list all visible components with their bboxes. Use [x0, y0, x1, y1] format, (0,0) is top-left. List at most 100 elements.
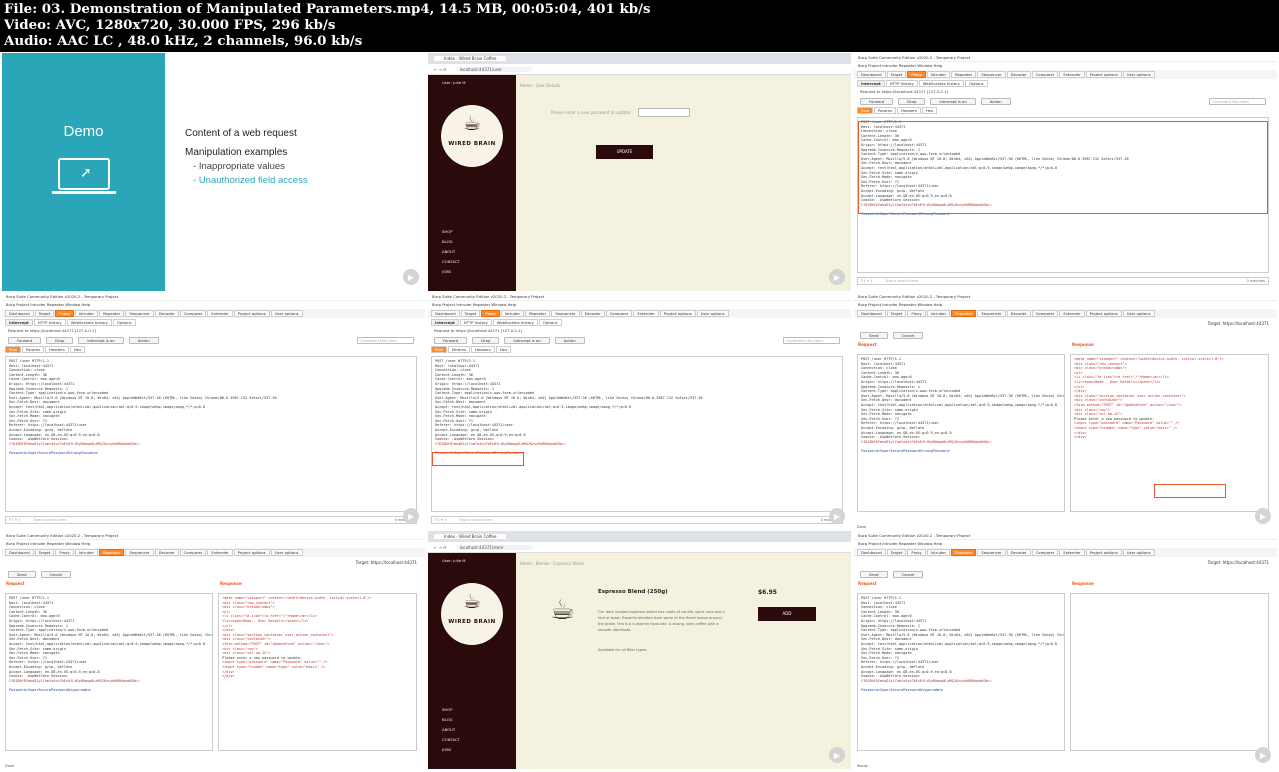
- tab-hex[interactable]: Hex: [921, 107, 938, 114]
- response-viewer[interactable]: <meta name="viewport" content="width=dev…: [218, 593, 417, 751]
- nav-item[interactable]: CONTACT: [442, 257, 460, 267]
- nav-item[interactable]: SHOP: [442, 705, 460, 715]
- tab-intruder[interactable]: Intruder: [926, 310, 951, 317]
- tab-comparer[interactable]: Comparer: [179, 549, 207, 556]
- tab-headers[interactable]: Headers: [45, 346, 69, 353]
- thumb-burp-repeater-edit[interactable]: Burp Suite Community Edition v2020.2 - T…: [2, 531, 425, 769]
- tab-user-options[interactable]: User options: [696, 310, 729, 317]
- tab-decoder[interactable]: Decoder: [580, 310, 605, 317]
- tab-sequencer[interactable]: Sequencer: [977, 549, 1006, 556]
- thumb-browser-user[interactable]: Index - Wired Brain Coffee ← → ⟳ localho…: [428, 53, 851, 291]
- search-bar[interactable]: ? ⟨ + ⟩ Type a search term0 matches: [5, 516, 417, 524]
- tab-dashboard[interactable]: Dashboard: [857, 310, 886, 317]
- tab-project-options[interactable]: Project options: [233, 310, 270, 317]
- menu-bar[interactable]: Burp Project Intruder Repeater Window He…: [2, 540, 425, 548]
- update-button[interactable]: UPDATE: [596, 145, 653, 159]
- tab-options[interactable]: Options: [112, 319, 136, 326]
- tab-target[interactable]: Target: [886, 549, 907, 556]
- tab-websockets-history[interactable]: WebSockets history: [66, 319, 112, 326]
- tab-proxy[interactable]: Proxy: [55, 310, 74, 317]
- tab-sequencer[interactable]: Sequencer: [125, 310, 154, 317]
- tab-user-options[interactable]: User options: [270, 549, 303, 556]
- drop-button[interactable]: Drop: [472, 337, 500, 344]
- forward-button[interactable]: Forward: [434, 337, 468, 344]
- tab-intruder[interactable]: Intruder: [926, 549, 951, 556]
- tab-comparer[interactable]: Comparer: [1031, 549, 1059, 556]
- tab-extender[interactable]: Extender: [1059, 310, 1085, 317]
- tab-extender[interactable]: Extender: [1059, 549, 1085, 556]
- play-icon[interactable]: ▶: [1255, 747, 1271, 763]
- drop-button[interactable]: Drop: [46, 337, 74, 344]
- tab-intruder[interactable]: Intruder: [74, 310, 99, 317]
- response-viewer[interactable]: [1070, 593, 1269, 751]
- comment-input[interactable]: Comment this item: [783, 337, 840, 344]
- tab-http-history[interactable]: HTTP history: [459, 319, 492, 326]
- tab-extender[interactable]: Extender: [207, 310, 233, 317]
- cancel-button[interactable]: Cancel: [892, 332, 924, 339]
- tab-params[interactable]: Params: [448, 346, 471, 353]
- nav-item[interactable]: JOBS: [442, 267, 460, 277]
- tab-repeater[interactable]: Repeater: [99, 549, 125, 556]
- request-editor[interactable]: POST /user HTTP/1.1 Host: localhost:44371…: [431, 356, 843, 512]
- tab-proxy[interactable]: Proxy: [907, 71, 926, 78]
- tab-headers[interactable]: Headers: [897, 107, 921, 114]
- action-button[interactable]: Action: [128, 337, 159, 344]
- menu-bar[interactable]: Burp Project Intruder Repeater Window He…: [854, 540, 1277, 548]
- thumb-burp-intercept[interactable]: Burp Suite Community Edition v2020.2 - T…: [854, 53, 1277, 291]
- play-icon[interactable]: ▶: [403, 508, 419, 524]
- intercept-toggle[interactable]: Intercept is on: [504, 337, 550, 344]
- tab-intruder[interactable]: Intruder: [74, 549, 99, 556]
- tab-project-options[interactable]: Project options: [1085, 71, 1122, 78]
- tab-options[interactable]: Options: [964, 80, 988, 87]
- tab-hex[interactable]: Hex: [495, 346, 512, 353]
- action-button[interactable]: Action: [554, 337, 585, 344]
- tab-headers[interactable]: Headers: [471, 346, 495, 353]
- tab-user-options[interactable]: User options: [1122, 71, 1155, 78]
- tab-repeater[interactable]: Repeater: [951, 549, 977, 556]
- tab-repeater[interactable]: Repeater: [525, 310, 551, 317]
- tab-intercept[interactable]: Intercept: [431, 319, 459, 326]
- menu-bar[interactable]: Burp Project Intruder Repeater Window He…: [854, 62, 1277, 70]
- tab-decoder[interactable]: Decoder: [1006, 549, 1031, 556]
- menu-bar[interactable]: Burp Project Intruder Repeater Window He…: [2, 301, 425, 309]
- menu-bar[interactable]: Burp Project Intruder Repeater Window He…: [854, 301, 1277, 309]
- tab-project-options[interactable]: Project options: [233, 549, 270, 556]
- play-icon[interactable]: ▶: [403, 269, 419, 285]
- tab-intruder[interactable]: Intruder: [500, 310, 525, 317]
- tab-params[interactable]: Params: [874, 107, 897, 114]
- password-input[interactable]: [638, 108, 690, 117]
- tab-options[interactable]: Options: [538, 319, 562, 326]
- thumb-browser-store[interactable]: Index - Wired Brain Coffee ← → ⟳ localho…: [428, 531, 851, 769]
- tab-http-history[interactable]: HTTP history: [33, 319, 66, 326]
- browser-tab[interactable]: Index - Wired Brain Coffee: [434, 56, 507, 61]
- target-label[interactable]: Target: https://localhost:44371: [1208, 560, 1269, 565]
- target-label[interactable]: Target: https://localhost:44371: [1208, 321, 1269, 326]
- tab-extender[interactable]: Extender: [207, 549, 233, 556]
- nav-item[interactable]: BLOG: [442, 237, 460, 247]
- play-icon[interactable]: ▶: [829, 747, 845, 763]
- tab-dashboard[interactable]: Dashboard: [857, 549, 886, 556]
- tab-intercept[interactable]: Intercept: [857, 80, 885, 87]
- tab-intercept[interactable]: Intercept: [5, 319, 33, 326]
- thumb-burp-intercept-2[interactable]: Burp Suite Community Edition v2020.2 - T…: [2, 292, 425, 530]
- nav-item[interactable]: ABOUT: [442, 247, 460, 257]
- request-editor[interactable]: POST /user HTTP/1.1 Host: localhost:44371…: [857, 593, 1065, 751]
- tab-params[interactable]: Params: [22, 346, 45, 353]
- action-button[interactable]: Action: [980, 98, 1011, 105]
- tab-target[interactable]: Target: [460, 310, 481, 317]
- nav-item[interactable]: ABOUT: [442, 725, 460, 735]
- intercept-toggle[interactable]: Intercept is on: [78, 337, 124, 344]
- tab-extender[interactable]: Extender: [633, 310, 659, 317]
- tab-proxy[interactable]: Proxy: [481, 310, 500, 317]
- add-button[interactable]: ADD: [758, 607, 816, 621]
- tab-proxy[interactable]: Proxy: [55, 549, 74, 556]
- play-icon[interactable]: ▶: [829, 508, 845, 524]
- tab-target[interactable]: Target: [886, 71, 907, 78]
- forward-button[interactable]: Forward: [8, 337, 42, 344]
- tab-project-options[interactable]: Project options: [659, 310, 696, 317]
- comment-input[interactable]: Comment this item: [357, 337, 414, 344]
- address-bar[interactable]: localhost:44371/store: [455, 545, 534, 550]
- tab-dashboard[interactable]: Dashboard: [431, 310, 460, 317]
- tab-comparer[interactable]: Comparer: [179, 310, 207, 317]
- nav-item[interactable]: BLOG: [442, 715, 460, 725]
